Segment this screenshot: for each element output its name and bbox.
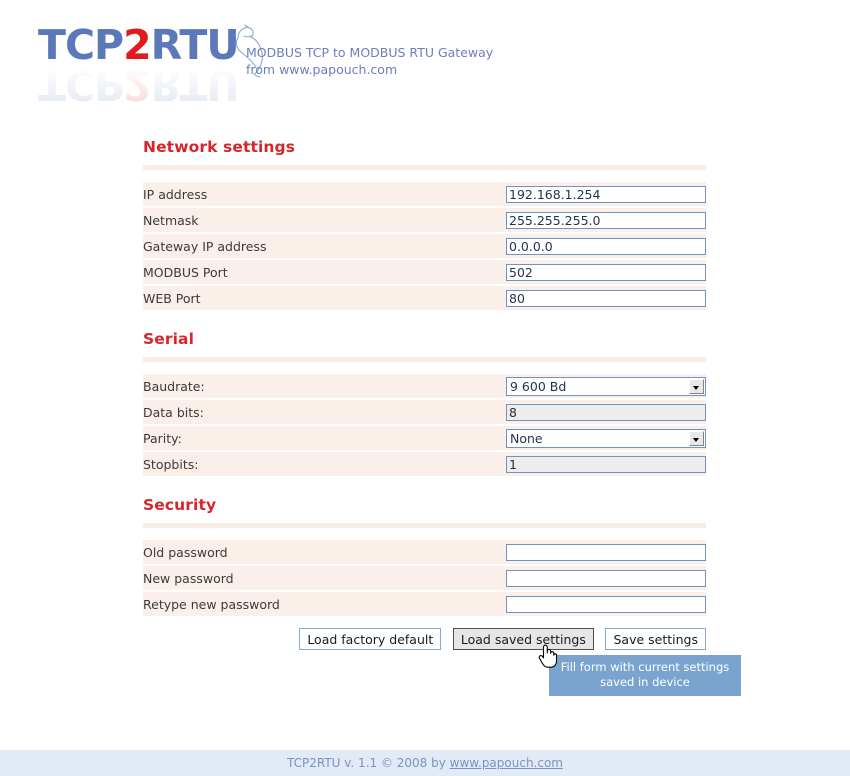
row-field	[496, 208, 706, 232]
form-actions: Load factory default Load saved settings…	[143, 628, 706, 650]
row-field	[496, 234, 706, 258]
parity-select[interactable]: None	[506, 428, 706, 448]
table-row: Gateway IP address	[143, 234, 706, 258]
load-factory-default-button[interactable]: Load factory default	[299, 628, 442, 650]
footer-text: TCP2RTU v. 1.1 © 2008 by	[286, 756, 450, 770]
row-label: Stopbits:	[143, 452, 496, 476]
table-row: Old password	[143, 540, 706, 564]
row-label: New password	[143, 566, 496, 590]
security-settings-table: Old password New password Retype new pas…	[143, 538, 706, 618]
baudrate-select[interactable]: 9 600 Bd	[506, 376, 706, 396]
section-serial: Serial Baudrate: 9 600 Bd Data bits: 8 P…	[143, 330, 706, 478]
web-port-input[interactable]	[506, 289, 706, 307]
table-row: New password	[143, 566, 706, 590]
row-field: 9 600 Bd	[496, 374, 706, 398]
serial-settings-table: Baudrate: 9 600 Bd Data bits: Parity:	[143, 372, 706, 478]
logo-reflection-part1: TCP	[38, 61, 124, 109]
chevron-down-icon[interactable]	[689, 430, 704, 446]
header-tagline: MODBUS TCP to MODBUS RTU Gateway from ww…	[246, 44, 493, 78]
section-security: Security Old password New password Retyp…	[143, 496, 706, 618]
tooltip: Fill form with current settings saved in…	[549, 655, 741, 696]
row-label: Retype new password	[143, 592, 496, 616]
table-row: Baudrate: 9 600 Bd	[143, 374, 706, 398]
baudrate-selected-value: 9 600 Bd	[510, 378, 567, 394]
row-field	[496, 260, 706, 284]
gateway-ip-address-input[interactable]	[506, 237, 706, 255]
section-network-settings: Network settings IP address Netmask Gate…	[143, 138, 706, 312]
table-row: WEB Port	[143, 286, 706, 310]
logo-reflection: TCP2RTU	[38, 61, 239, 109]
logo: TCP2RTU TCP2RTU	[38, 22, 263, 109]
footer-link-papouch[interactable]: www.papouch.com	[450, 756, 563, 770]
page-header: TCP2RTU TCP2RTU MODBUS TCP to MODBUS RTU…	[0, 0, 850, 110]
table-row: IP address	[143, 182, 706, 206]
row-field	[496, 566, 706, 590]
logo-reflection-two: 2	[123, 61, 151, 109]
netmask-input[interactable]	[506, 211, 706, 229]
row-field	[496, 400, 706, 424]
chevron-down-icon[interactable]	[689, 378, 704, 394]
row-label: MODBUS Port	[143, 260, 496, 284]
ip-address-input[interactable]	[506, 185, 706, 203]
section-divider	[143, 165, 706, 170]
save-settings-button[interactable]: Save settings	[605, 628, 706, 650]
row-label: Netmask	[143, 208, 496, 232]
load-saved-settings-button[interactable]: Load saved settings	[452, 628, 594, 650]
row-label: Parity:	[143, 426, 496, 450]
row-field	[496, 452, 706, 476]
data-bits-input	[506, 403, 706, 421]
section-title-security: Security	[143, 496, 217, 514]
retype-new-password-input[interactable]	[506, 595, 706, 613]
table-row: Stopbits:	[143, 452, 706, 476]
section-divider	[143, 357, 706, 362]
row-label: Gateway IP address	[143, 234, 496, 258]
row-label: Old password	[143, 540, 496, 564]
row-label: Baudrate:	[143, 374, 496, 398]
tagline-line-1: MODBUS TCP to MODBUS RTU Gateway	[246, 45, 494, 60]
parity-selected-value: None	[510, 430, 543, 446]
row-label: WEB Port	[143, 286, 496, 310]
row-field	[496, 540, 706, 564]
table-row: Netmask	[143, 208, 706, 232]
table-row: Data bits:	[143, 400, 706, 424]
row-label: Data bits:	[143, 400, 496, 424]
table-row: MODBUS Port	[143, 260, 706, 284]
old-password-input[interactable]	[506, 543, 706, 561]
new-password-input[interactable]	[506, 569, 706, 587]
modbus-port-input[interactable]	[506, 263, 706, 281]
network-settings-table: IP address Netmask Gateway IP address MO…	[143, 180, 706, 312]
tagline-line-2: from www.papouch.com	[246, 62, 398, 77]
row-label: IP address	[143, 182, 496, 206]
row-field: None	[496, 426, 706, 450]
settings-form: Network settings IP address Netmask Gate…	[143, 138, 706, 622]
table-row: Retype new password	[143, 592, 706, 616]
row-field	[496, 286, 706, 310]
section-divider	[143, 523, 706, 528]
row-field	[496, 182, 706, 206]
stopbits-input	[506, 455, 706, 473]
table-row: Parity: None	[143, 426, 706, 450]
page-footer: TCP2RTU v. 1.1 © 2008 by www.papouch.com	[0, 750, 850, 776]
section-title-serial: Serial	[143, 330, 195, 348]
section-title-network: Network settings	[143, 138, 296, 156]
row-field	[496, 592, 706, 616]
